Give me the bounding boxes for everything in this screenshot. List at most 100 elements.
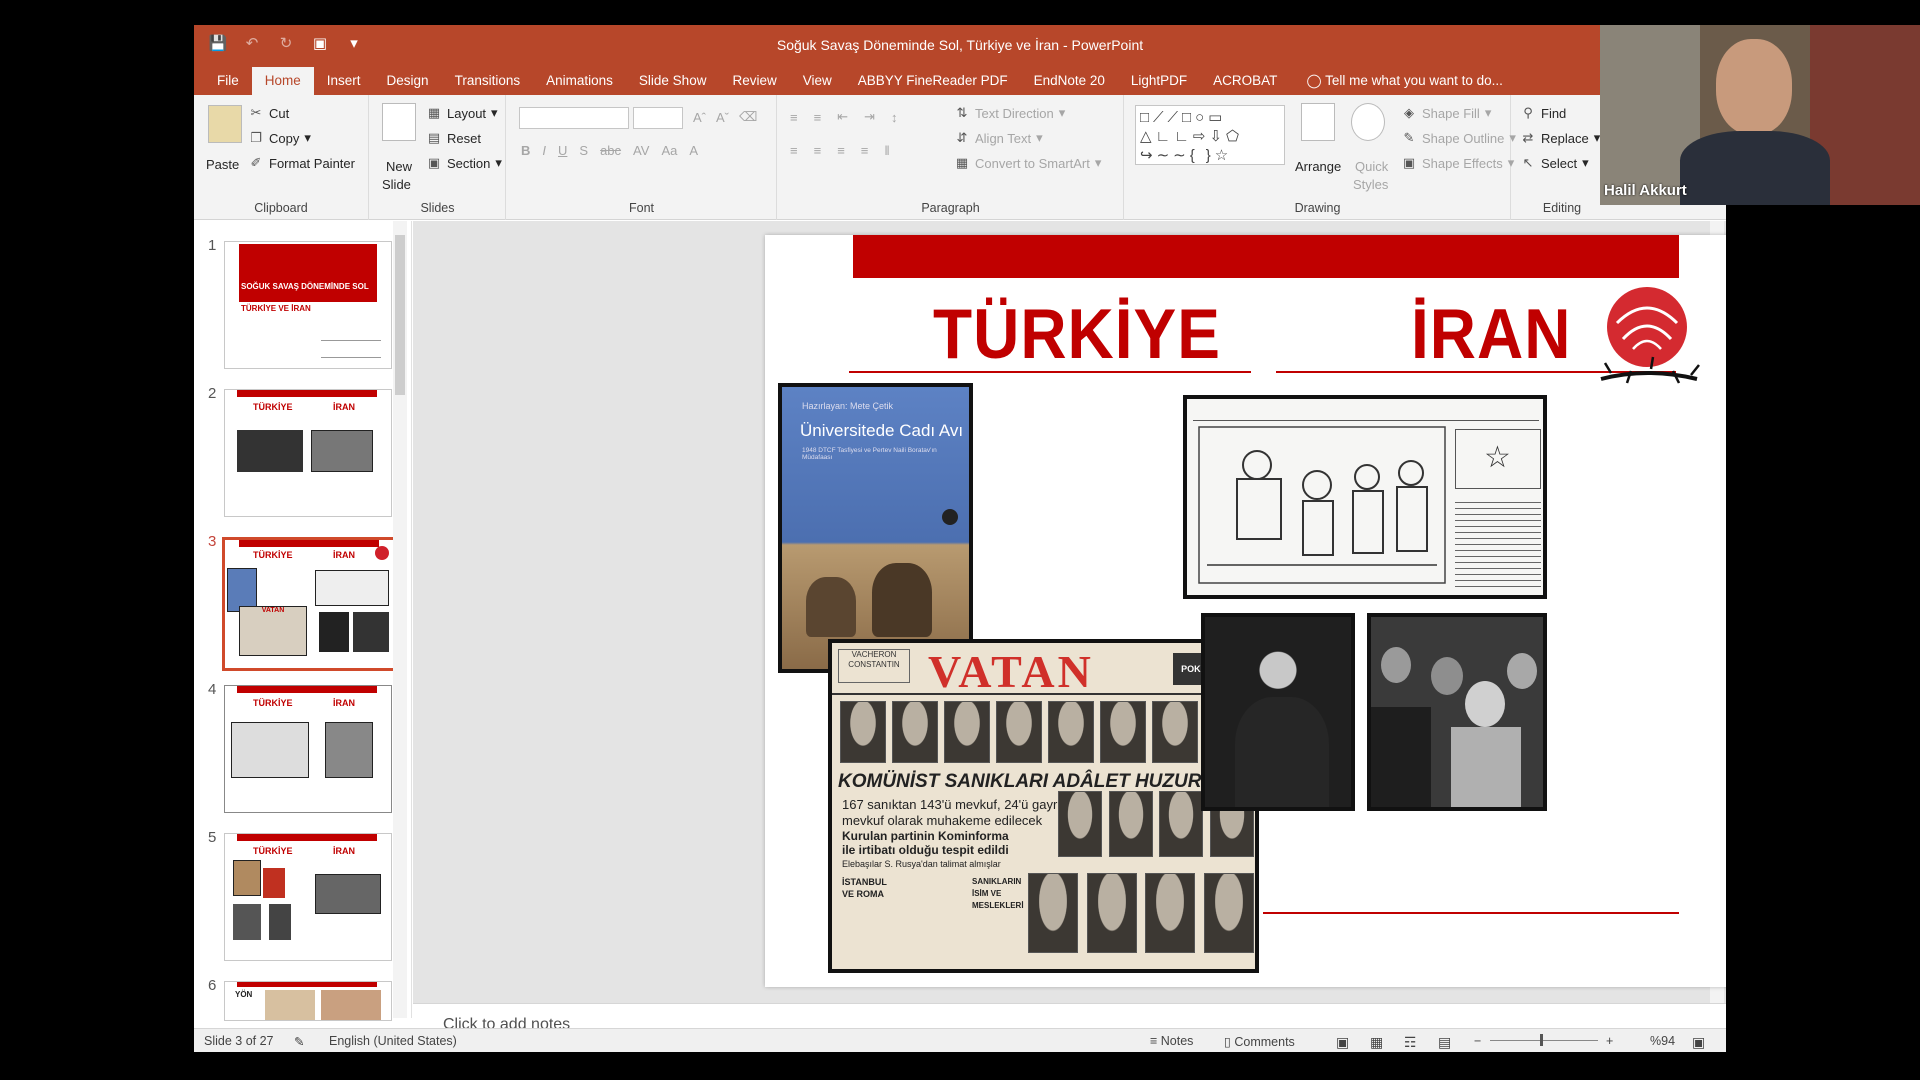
tell-me-box[interactable]: ◯ Tell me what you want to do... xyxy=(1290,67,1502,95)
slide-thumbnail-4[interactable]: TÜRKİYE İRAN xyxy=(224,685,392,813)
bullets-icon[interactable]: ≡ xyxy=(790,110,798,125)
decrease-indent-icon[interactable]: ⇤ xyxy=(837,109,848,125)
shape-outline-button[interactable]: ✎ Shape Outline ▾ xyxy=(1401,130,1516,146)
tab-review[interactable]: Review xyxy=(719,67,789,95)
language-indicator[interactable]: English (United States) xyxy=(329,1034,457,1048)
align-text-button[interactable]: ⇵ Align Text ▾ xyxy=(954,130,1043,146)
replace-button[interactable]: ⇄ Replace ▾ xyxy=(1520,130,1601,146)
align-right-icon[interactable]: ≡ xyxy=(837,143,845,158)
thumbnail-scrollbar[interactable] xyxy=(393,221,407,1018)
format-painter-button[interactable]: ✐ Format Painter xyxy=(248,155,355,171)
tab-acrobat[interactable]: ACROBAT xyxy=(1200,67,1290,95)
change-case-icon[interactable]: Aa xyxy=(661,143,677,158)
arrange-icon[interactable] xyxy=(1301,103,1335,141)
columns-icon[interactable]: ‖ xyxy=(884,143,889,158)
paste-icon[interactable] xyxy=(208,105,242,143)
comments-toggle-label: Comments xyxy=(1234,1035,1295,1049)
justify-icon[interactable]: ≡ xyxy=(861,143,869,158)
layout-button[interactable]: ▦ Layout ▾ xyxy=(426,105,498,121)
spellcheck-icon[interactable]: ✎ xyxy=(294,1034,304,1049)
tab-abbyy[interactable]: ABBYY FineReader PDF xyxy=(845,67,1021,95)
grow-font-icon[interactable]: Aˆ xyxy=(693,110,706,125)
select-button[interactable]: ↖ Select ▾ xyxy=(1520,155,1589,171)
font-name-box[interactable] xyxy=(519,107,629,129)
fit-to-window-icon[interactable]: ▣ xyxy=(1692,1034,1705,1051)
crowd-photo-image[interactable] xyxy=(1367,613,1547,811)
bold-icon[interactable]: B xyxy=(521,143,530,158)
star-icon: ☆ xyxy=(1484,441,1511,474)
tab-home[interactable]: Home xyxy=(251,67,314,95)
cut-button[interactable]: ✂ Cut xyxy=(248,105,290,121)
normal-view-icon[interactable]: ▣ xyxy=(1336,1034,1349,1051)
slide-thumbnail-6[interactable]: YÖN xyxy=(224,981,392,1021)
zoom-out-icon[interactable]: − xyxy=(1474,1034,1481,1048)
strike-icon[interactable]: abc xyxy=(600,143,621,158)
zoom-in-icon[interactable]: + xyxy=(1606,1034,1613,1048)
increase-indent-icon[interactable]: ⇥ xyxy=(864,109,875,125)
persian-newspaper-cartoon-image[interactable]: ☆ xyxy=(1183,395,1547,599)
new-slide-button[interactable]: New xyxy=(386,159,412,174)
tab-transitions[interactable]: Transitions xyxy=(442,67,534,95)
zoom-level[interactable]: %94 xyxy=(1650,1034,1675,1048)
align-center-icon[interactable]: ≡ xyxy=(814,143,822,158)
newspaper-side-3: SANIKLARIN xyxy=(972,877,1022,886)
font-size-box[interactable] xyxy=(633,107,683,129)
thumbnail-scroll-thumb[interactable] xyxy=(395,235,405,395)
notes-toggle[interactable]: ≡ Notes xyxy=(1150,1034,1193,1048)
tab-design[interactable]: Design xyxy=(374,67,442,95)
reading-view-icon[interactable]: ☶ xyxy=(1404,1034,1417,1051)
thumb-title-1: SOĞUK SAVAŞ DÖNEMİNDE SOL xyxy=(241,282,369,291)
comments-toggle[interactable]: ▯ Comments xyxy=(1224,1034,1295,1049)
quick-styles-button-2[interactable]: Styles xyxy=(1353,177,1388,192)
shadow-icon[interactable]: S xyxy=(579,143,588,158)
iran-heading[interactable]: İRAN xyxy=(1411,293,1571,374)
shape-effects-button[interactable]: ▣ Shape Effects ▾ xyxy=(1401,155,1514,171)
section-button[interactable]: ▣ Section ▾ xyxy=(426,155,502,171)
text-direction-button[interactable]: ⇅ Text Direction ▾ xyxy=(954,105,1066,121)
tab-lightpdf[interactable]: LightPDF xyxy=(1118,67,1200,95)
font-color-icon[interactable]: A xyxy=(689,143,698,158)
turkiye-heading[interactable]: TÜRKİYE xyxy=(933,293,1221,374)
copy-button[interactable]: ❐ Copy ▾ xyxy=(248,130,311,146)
slide-thumbnail-5[interactable]: TÜRKİYE İRAN xyxy=(224,833,392,961)
underline-icon[interactable]: U xyxy=(558,143,567,158)
tab-insert[interactable]: Insert xyxy=(314,67,374,95)
tab-slide-show[interactable]: Slide Show xyxy=(626,67,720,95)
zoom-slider[interactable] xyxy=(1490,1040,1598,1041)
turkiye-underline xyxy=(849,371,1251,373)
tab-endnote[interactable]: EndNote 20 xyxy=(1021,67,1118,95)
new-slide-icon[interactable] xyxy=(382,103,416,141)
numbering-icon[interactable]: ≡ xyxy=(814,110,822,125)
char-spacing-icon[interactable]: AV xyxy=(633,143,649,158)
shrink-font-icon[interactable]: Aˇ xyxy=(716,110,729,125)
zoom-slider-thumb[interactable] xyxy=(1540,1034,1543,1046)
quick-styles-icon[interactable] xyxy=(1351,103,1385,141)
tab-animations[interactable]: Animations xyxy=(533,67,626,95)
slide-thumbnail-3[interactable]: TÜRKİYE İRAN VATAN xyxy=(222,537,396,671)
quick-styles-button[interactable]: Quick xyxy=(1355,159,1388,174)
new-slide-button-2[interactable]: Slide xyxy=(382,177,411,192)
convert-smartart-button[interactable]: ▦ Convert to SmartArt ▾ xyxy=(954,155,1102,171)
paste-button[interactable]: Paste xyxy=(206,157,239,172)
align-left-icon[interactable]: ≡ xyxy=(790,143,798,158)
slide-canvas[interactable]: TÜRKİYE İRAN Hazırlayan: Mete Çetik Üniv… xyxy=(765,235,1726,987)
italic-icon[interactable]: I xyxy=(542,143,546,158)
vatan-newspaper-image[interactable]: VACHERONCONSTANTIN VATAN POKER PLAY KOMÜ… xyxy=(828,639,1259,973)
tab-file[interactable]: File xyxy=(204,67,252,95)
slide-sorter-icon[interactable]: ▦ xyxy=(1370,1034,1383,1051)
tab-view[interactable]: View xyxy=(790,67,845,95)
reset-button[interactable]: ▤ Reset xyxy=(426,130,481,146)
clear-format-icon[interactable]: ⌫ xyxy=(739,109,757,125)
shape-fill-button[interactable]: ◈ Shape Fill ▾ xyxy=(1401,105,1491,121)
mosaddegh-portrait-image[interactable] xyxy=(1201,613,1355,811)
shapes-gallery[interactable]: □⟋⟋□○▭ △∟∟⇨⇩⬠ ↪∼∼{ }☆ xyxy=(1135,105,1285,165)
book-cover-image[interactable]: Hazırlayan: Mete Çetik Üniversitede Cadı… xyxy=(778,383,973,673)
line-spacing-icon[interactable]: ↕ xyxy=(891,110,898,125)
window-title: Soğuk Savaş Döneminde Sol, Türkiye ve İr… xyxy=(776,37,1144,53)
slide-thumbnail-2[interactable]: TÜRKİYE İRAN xyxy=(224,389,392,517)
slideshow-view-icon[interactable]: ▤ xyxy=(1438,1034,1451,1051)
slide-thumbnail-1[interactable]: SOĞUK SAVAŞ DÖNEMİNDE SOL TÜRKİYE VE İRA… xyxy=(224,241,392,369)
rose-icon[interactable] xyxy=(1587,283,1713,399)
arrange-button[interactable]: Arrange xyxy=(1295,159,1341,174)
find-button[interactable]: ⚲ Find xyxy=(1520,105,1566,121)
